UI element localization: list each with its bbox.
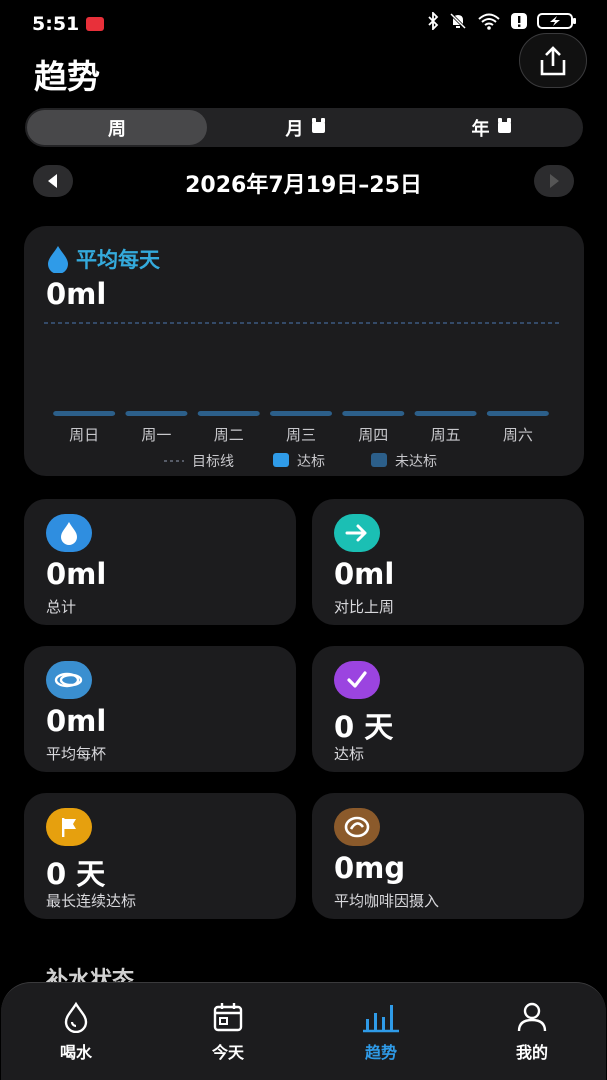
legend-unmet-label: 未达标 [395,454,437,470]
stat-label: 达标 [334,745,365,763]
stat-card-average-per-cup: 0ml 平均每杯 [24,646,296,772]
date-navigation: 2026年7月19日–25日 [0,165,607,198]
bar-chart-icon [363,1005,399,1033]
share-button[interactable] [519,33,587,88]
nav-label: 喝水 [59,1043,92,1062]
status-icons [427,12,577,30]
tab-month[interactable]: 月 [215,110,395,145]
coffee-icon [334,808,380,846]
period-segmented-control: 周 月 年 [25,108,583,147]
stat-card-goal-met-days: 0 天 达标 [312,646,584,772]
stat-card-longest-streak: 0 天 最长连续达标 [24,793,296,919]
chart-bar [197,411,260,416]
check-icon [334,661,380,699]
chart-bar [125,411,188,416]
battery-charging-icon [537,13,576,29]
date-range-label: 2026年7月19日–25日 [185,173,422,198]
x-tick-label: 周三 [286,426,316,444]
legend-goal-label: 目标线 [192,454,234,470]
status-time: 5:51 [32,13,80,35]
nav-label: 今天 [211,1043,244,1062]
x-tick-label: 周二 [214,426,244,444]
stat-label: 最长连续达标 [46,892,137,910]
stat-card-average-caffeine: 0mg 平均咖啡因摄入 [312,793,584,919]
water-drop-icon [46,514,92,552]
x-tick-label: 周日 [69,426,99,444]
stat-value: 0 天 [46,857,106,891]
nav-item-trends[interactable]: 趋势 [336,1001,426,1063]
daily-average-chart-card: 平均每天 0ml 周日 周一 周二 周三 周四 周五 周六 目标线 达标 未达标 [24,226,584,476]
stat-label: 平均咖啡因摄入 [334,892,440,910]
chart-bar [414,411,477,416]
stat-card-total: 0ml 总计 [24,499,296,625]
x-tick-label: 周四 [358,426,388,444]
water-drop-outline-icon [64,1001,88,1033]
legend-met-label: 达标 [297,454,325,470]
nav-label: 我的 [515,1043,548,1062]
premium-icon [311,118,325,133]
stat-value: 0ml [46,704,107,738]
calendar-icon [213,1003,243,1032]
bottom-navigation: 喝水 今天 趋势 我的 [1,982,606,1080]
tab-year[interactable]: 年 [401,110,581,145]
mute-bell-icon [449,12,467,30]
legend-unmet-swatch [371,453,387,467]
nav-label: 趋势 [364,1043,397,1062]
wifi-icon [478,13,500,30]
flag-icon [46,808,92,846]
nav-item-drink[interactable]: 喝水 [31,1001,121,1063]
nav-item-today[interactable]: 今天 [183,1001,273,1063]
chart-bar [342,411,405,416]
stat-label: 对比上周 [334,598,395,616]
chart-bar [53,411,116,416]
stat-value: 0ml [334,557,395,591]
arrow-right-icon [334,514,380,552]
stat-label: 总计 [46,598,77,616]
x-tick-label: 周五 [431,426,461,444]
nav-item-me[interactable]: 我的 [487,1001,577,1063]
x-tick-label: 周一 [141,426,171,444]
weekly-bar-chart: 周日 周一 周二 周三 周四 周五 周六目标线 达标 未达标 [44,322,560,470]
person-icon [517,1002,547,1032]
tab-month-label: 月 [285,118,304,140]
cup-icon [46,661,92,699]
x-tick-label: 周六 [503,426,533,444]
stat-value: 0ml [46,557,107,591]
stat-label: 平均每杯 [46,745,107,763]
chart-bar [270,411,332,416]
status-bar: 5:51 [0,0,607,48]
next-week-button[interactable] [534,165,574,197]
alert-icon [511,13,527,29]
stat-value: 0mg [334,851,406,885]
chevron-right-icon [550,174,559,188]
app-notification-icon [86,17,104,31]
stat-value: 0 天 [334,710,394,744]
tab-week[interactable]: 周 [27,110,207,145]
page-title: 趋势 [34,57,100,96]
share-icon [540,45,566,75]
tab-week-label: 周 [108,118,126,140]
chart-bar [486,411,549,416]
stat-card-vs-last-week: 0ml 对比上周 [312,499,584,625]
tab-year-label: 年 [471,118,490,140]
bluetooth-icon [428,12,439,30]
legend-met-swatch [273,453,289,467]
premium-icon [497,118,511,133]
